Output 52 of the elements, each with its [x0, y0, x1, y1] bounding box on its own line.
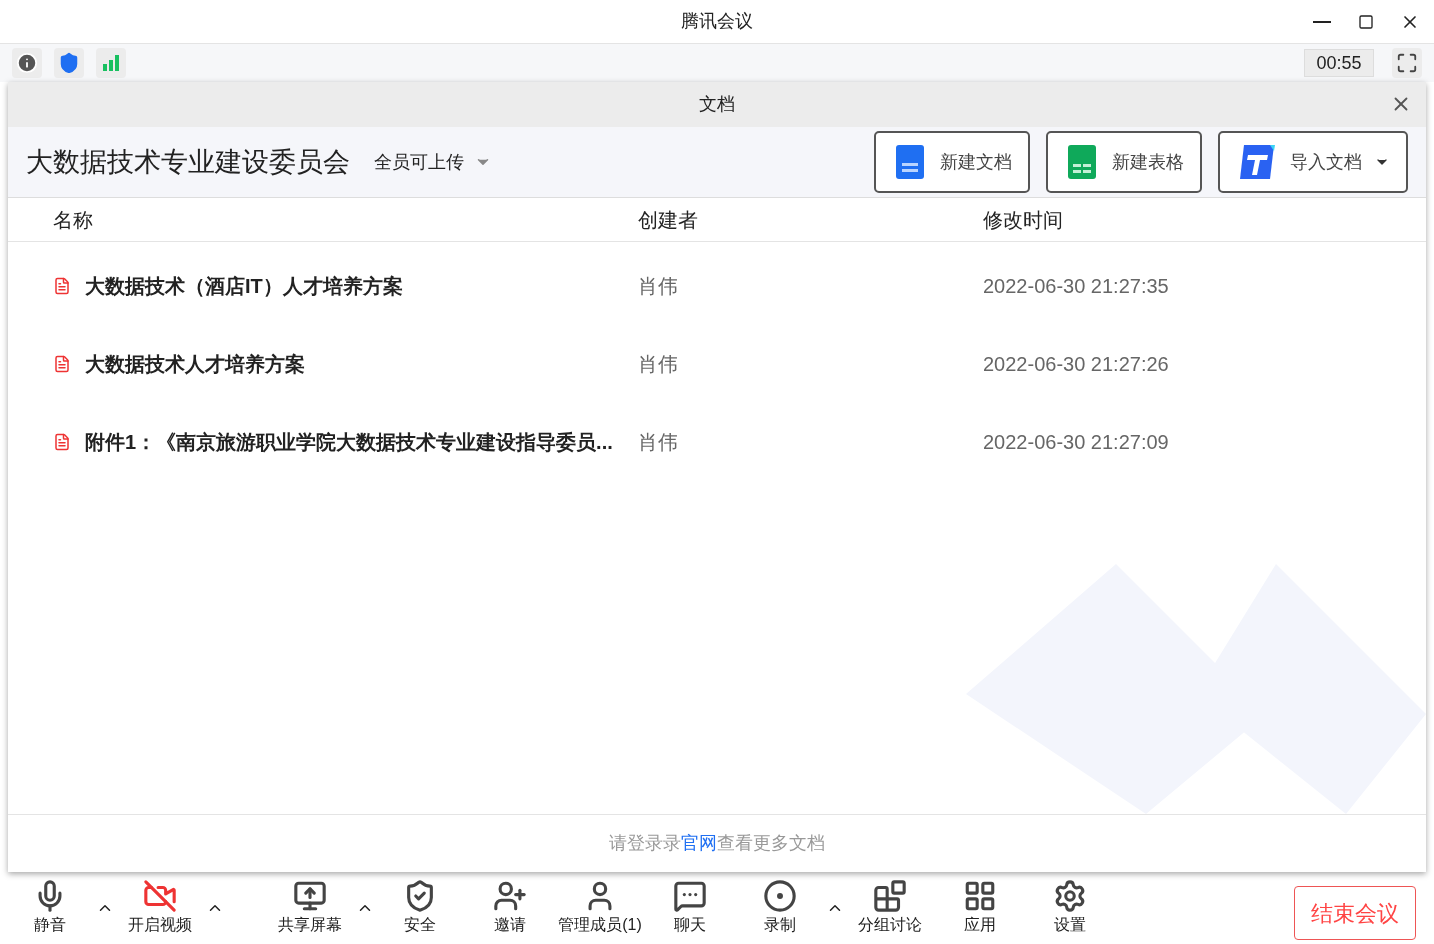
camera-off-icon — [143, 879, 177, 913]
pdf-file-icon — [53, 355, 71, 373]
toolbar-button[interactable]: 共享屏幕 — [265, 879, 355, 937]
column-header: 修改时间 — [983, 207, 1064, 233]
column-header: 名称 — [52, 207, 94, 233]
login-hint: 请登录录官网查看更多文档 — [609, 832, 825, 855]
person-plus-icon — [493, 879, 527, 913]
create-button[interactable]: 新建文档 — [874, 131, 1030, 193]
toolbar-button[interactable]: 管理成员(1) — [555, 879, 645, 937]
column-header: 创建者 — [638, 207, 699, 233]
modified-time-cell-text: 2022-06-30 21:27:26 — [983, 352, 1170, 377]
toolbar-button[interactable]: 安全 — [375, 879, 465, 937]
creator-cell-text: 肖伟 — [638, 352, 679, 377]
toolbar-button[interactable]: 分组讨论 — [845, 879, 935, 937]
toolbar-button[interactable]: 录制 — [735, 879, 825, 937]
modified-time-cell-text: 2022-06-30 21:27:35 — [983, 274, 1170, 299]
document-name: 大数据技术人才培养方案 — [85, 352, 305, 377]
blocks-icon — [873, 879, 907, 913]
toolbar-button[interactable]: 设置 — [1025, 879, 1115, 937]
website-link[interactable]: 官网 — [681, 833, 717, 853]
toolbar-button[interactable]: 应用 — [935, 879, 1025, 937]
create-button[interactable]: 新建表格 — [1046, 131, 1202, 193]
permission-dropdown[interactable]: 全员可上传 — [374, 148, 492, 176]
apps-grid-icon — [963, 879, 997, 913]
document-name: 大数据技术（酒店IT）人才培养方案 — [85, 274, 403, 299]
creator-cell-text: 肖伟 — [638, 430, 679, 455]
document-row[interactable]: 附件1：《南京旅游职业学院大数据技术专业建设指导委员... 肖伟 2022-06-30 21:27:09 — [8, 403, 1426, 481]
toolbar-button[interactable]: 邀请 — [465, 879, 555, 937]
creator-cell-text: 肖伟 — [638, 274, 679, 299]
document-name: 附件1：《南京旅游职业学院大数据技术专业建设指导委员... — [85, 430, 613, 455]
toolbar-button[interactable]: 聊天 — [645, 879, 735, 937]
record-circle-icon — [763, 879, 797, 913]
group-name: 大数据技术专业建设委员会 — [26, 145, 350, 179]
modified-time-cell-text: 2022-06-30 21:27:09 — [983, 430, 1170, 455]
pdf-file-icon — [53, 277, 71, 295]
import-dropdown-button[interactable]: 导入文档 — [1218, 131, 1408, 193]
maximize-icon — [1358, 14, 1374, 30]
fullscreen-button[interactable] — [1392, 48, 1422, 78]
toolbar-button[interactable]: 开启视频 — [115, 879, 205, 937]
chat-bubble-icon — [673, 879, 707, 913]
minimize-icon — [1313, 21, 1331, 23]
info-button[interactable] — [12, 48, 42, 78]
monitor-icon — [293, 879, 327, 913]
panel-title: 文档 — [699, 93, 735, 116]
shield-button[interactable] — [54, 48, 84, 78]
window-title: 腾讯会议 — [681, 10, 753, 33]
settings-icon — [1053, 879, 1087, 913]
document-row[interactable]: 大数据技术人才培养方案 肖伟 2022-06-30 21:27:26 — [8, 325, 1426, 403]
document-row[interactable]: 大数据技术（酒店IT）人才培养方案 肖伟 2022-06-30 21:27:35 — [8, 247, 1426, 325]
pdf-file-icon — [53, 433, 71, 451]
toolbar-button[interactable]: 静音 — [5, 879, 95, 937]
meeting-timer: 00:55 — [1304, 49, 1374, 77]
